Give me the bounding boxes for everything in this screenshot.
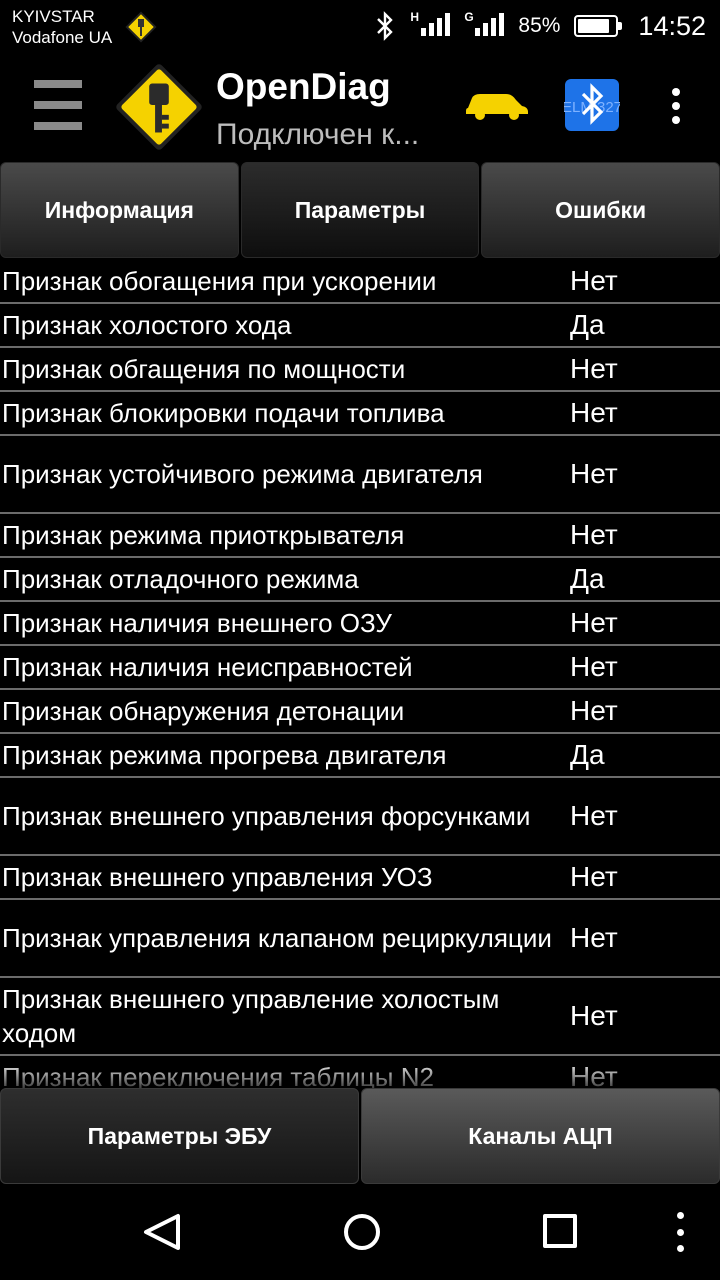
bluetooth-status-icon: [377, 11, 394, 41]
parameter-value: Нет: [570, 607, 618, 638]
signal-2-icon: G: [464, 8, 505, 44]
car-icon[interactable]: [462, 86, 532, 122]
table-row[interactable]: Признак внешнего управления форсунками Не…: [0, 778, 720, 856]
parameter-name: Признак внешнего управления форсунками: [2, 801, 531, 831]
parameter-value: Нет: [570, 861, 618, 892]
battery-percent: 85%: [518, 14, 561, 37]
bottom-buttons: Параметры ЭБУ Каналы АЦП: [0, 1088, 720, 1184]
parameter-name: Признак блокировки подачи топлива: [2, 398, 445, 428]
parameter-name: Признак переключения таблицы N2: [2, 1062, 434, 1088]
parameter-value: Да: [570, 309, 605, 340]
clock: 14:52: [638, 10, 706, 41]
parameter-name: Признак внешнего управления УОЗ: [2, 862, 433, 892]
parameter-name: Признак режима прогрева двигателя: [2, 740, 447, 770]
app-notification-icon: [125, 11, 157, 43]
table-row[interactable]: Признак холостого хода Да: [0, 304, 720, 348]
parameter-value: Нет: [570, 695, 618, 726]
parameter-name: Признак устойчивого режима двигателя: [2, 459, 483, 489]
key-warning-sign-icon: [116, 64, 202, 150]
table-row[interactable]: Признак переключения таблицы N2 Нет: [0, 1056, 720, 1088]
table-row[interactable]: Признак режима прогрева двигателя Да: [0, 734, 720, 778]
home-icon[interactable]: [342, 1212, 382, 1252]
parameter-name: Признак обогащения при ускорении: [2, 266, 437, 296]
parameter-name: Признак обгащения по мощности: [2, 354, 406, 384]
adc-channels-button[interactable]: Каналы АЦП: [361, 1088, 720, 1184]
hamburger-icon[interactable]: [34, 80, 82, 130]
parameter-name: Признак холостого хода: [2, 310, 292, 340]
parameter-value: Нет: [570, 922, 618, 953]
tab-bar: Информация Параметры Ошибки: [0, 162, 720, 258]
table-row[interactable]: Признак обнаружения детонации Нет: [0, 690, 720, 734]
app-bar: OpenDiag Подключен к... ELM 327: [0, 52, 720, 160]
parameter-name: Признак внешнего управление холостым ход…: [2, 984, 500, 1048]
parameter-name: Признак управления клапаном рециркуляции: [2, 923, 552, 953]
tab-2[interactable]: Ошибки: [481, 162, 720, 258]
battery-icon: [574, 15, 623, 37]
parameter-value: Нет: [570, 1000, 618, 1031]
carrier-info: KYIVSTAR Vodafone UA: [12, 6, 112, 48]
parameter-value: Нет: [570, 519, 618, 550]
overflow-menu-icon[interactable]: [664, 88, 688, 124]
table-row[interactable]: Признак управления клапаном рециркуляции…: [0, 900, 720, 978]
parameter-value: Нет: [570, 397, 618, 428]
navigation-bar: [0, 1184, 720, 1280]
nav-overflow-icon[interactable]: [672, 1212, 688, 1252]
parameter-value: Нет: [570, 800, 618, 831]
carrier-1: KYIVSTAR: [12, 7, 95, 26]
parameter-value: Нет: [570, 651, 618, 682]
table-row[interactable]: Признак обогащения при ускорении Нет: [0, 260, 720, 304]
status-bar: KYIVSTAR Vodafone UA H G 85% 14:52: [0, 0, 720, 52]
parameter-name: Признак обнаружения детонации: [2, 696, 405, 726]
table-row[interactable]: Признак блокировки подачи топлива Нет: [0, 392, 720, 436]
parameter-value: Нет: [570, 1061, 618, 1088]
ecu-params-button[interactable]: Параметры ЭБУ: [0, 1088, 359, 1184]
table-row[interactable]: Признак устойчивого режима двигателя Нет: [0, 436, 720, 514]
back-icon[interactable]: [140, 1212, 184, 1252]
bluetooth-elm-icon[interactable]: ELM 327: [564, 78, 620, 132]
parameter-value: Нет: [570, 458, 618, 489]
parameter-list[interactable]: Признак обогащения при ускорении Нет Призн…: [0, 260, 720, 1088]
parameter-value: Да: [570, 563, 605, 594]
app-title: OpenDiag: [216, 66, 391, 107]
parameter-name: Признак режима приоткрывателя: [2, 520, 405, 550]
table-row[interactable]: Признак обгащения по мощности Нет: [0, 348, 720, 392]
recent-apps-icon[interactable]: [543, 1214, 577, 1248]
signal-1-icon: H: [410, 8, 451, 44]
tab-0[interactable]: Информация: [0, 162, 239, 258]
carrier-2: Vodafone UA: [12, 28, 113, 47]
table-row[interactable]: Признак отладочного режима Да: [0, 558, 720, 602]
table-row[interactable]: Признак внешнего управление холостым ход…: [0, 978, 720, 1056]
parameter-name: Признак наличия внешнего ОЗУ: [2, 608, 392, 638]
tab-1[interactable]: Параметры: [240, 162, 480, 258]
parameter-name: Признак наличия неисправностей: [2, 652, 413, 682]
parameter-value: Нет: [570, 353, 618, 384]
table-row[interactable]: Признак режима приоткрывателя Нет: [0, 514, 720, 558]
table-row[interactable]: Признак наличия внешнего ОЗУ Нет: [0, 602, 720, 646]
table-row[interactable]: Признак наличия неисправностей Нет: [0, 646, 720, 690]
parameter-value: Да: [570, 739, 605, 770]
parameter-value: Нет: [570, 265, 618, 296]
connection-status: Подключен к...: [216, 118, 420, 151]
table-row[interactable]: Признак внешнего управления УОЗ Нет: [0, 856, 720, 900]
parameter-name: Признак отладочного режима: [2, 564, 359, 594]
